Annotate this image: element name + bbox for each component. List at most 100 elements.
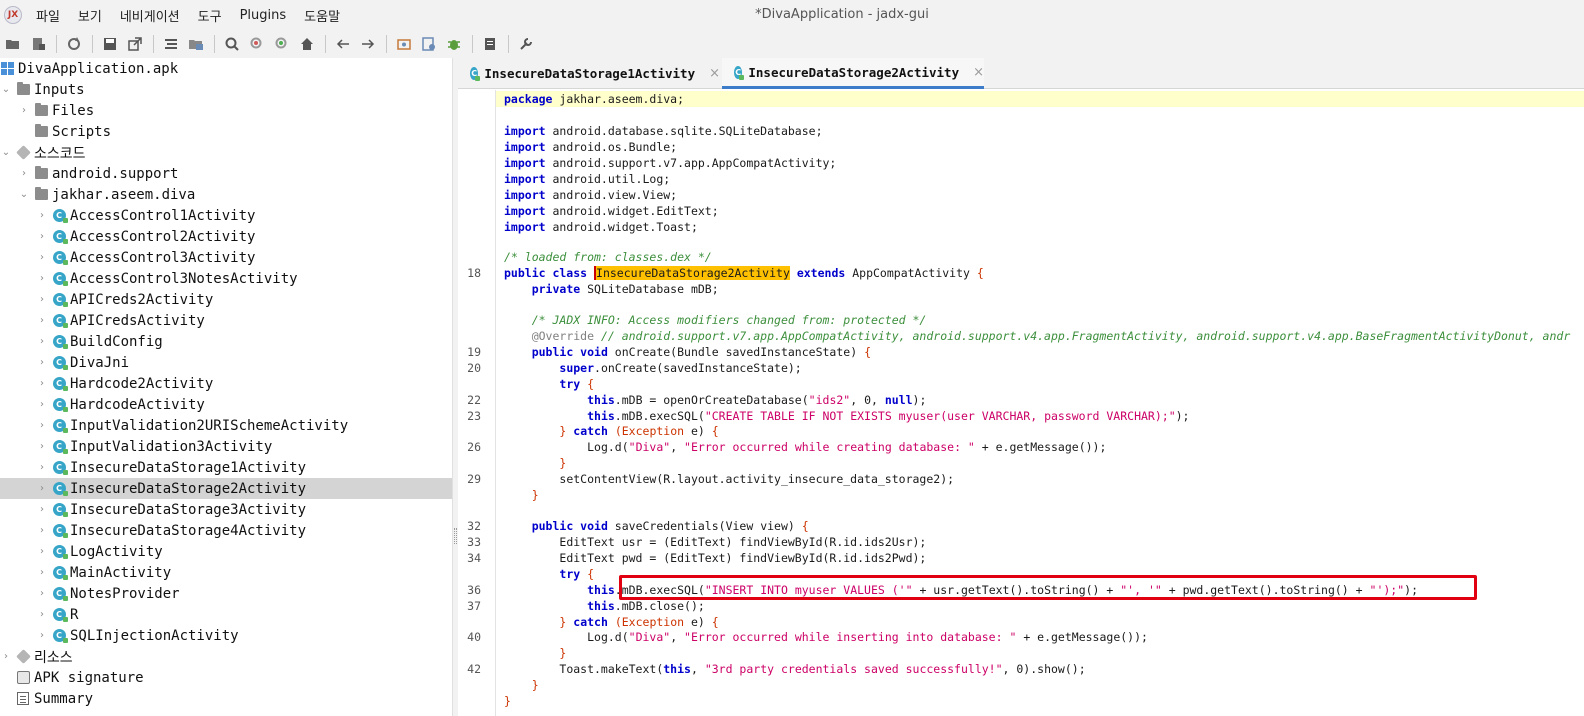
chevron-right-icon[interactable]: › bbox=[36, 294, 48, 305]
chevron-right-icon[interactable]: › bbox=[18, 168, 30, 179]
quark-icon[interactable] bbox=[393, 33, 415, 55]
chevron-right-icon[interactable]: › bbox=[36, 231, 48, 242]
tree-node-scripts[interactable]: Scripts bbox=[0, 121, 452, 142]
tree-node-class[interactable]: › C SQLInjectionActivity bbox=[0, 625, 452, 646]
tree-node-apk-signature[interactable]: APK signature bbox=[0, 667, 452, 688]
sync-tree-icon[interactable] bbox=[160, 33, 182, 55]
tree-node-class[interactable]: › C NotesProvider bbox=[0, 583, 452, 604]
sql-injection-highlight-box bbox=[619, 575, 1477, 600]
menu-help[interactable]: 도움말 bbox=[302, 4, 342, 27]
menu-tools[interactable]: 도구 bbox=[196, 4, 224, 27]
tree-node-class[interactable]: › C R bbox=[0, 604, 452, 625]
tree-node-class[interactable]: › C InsecureDataStorage1Activity bbox=[0, 457, 452, 478]
tab-label: InsecureDataStorage1Activity bbox=[484, 66, 696, 81]
chevron-down-icon[interactable]: ⌄ bbox=[18, 189, 30, 200]
code-editor[interactable]: 18 19 20 22 23 26 29 32 33 34 36 37 40 4… bbox=[458, 90, 1584, 716]
preferences-icon[interactable] bbox=[515, 33, 537, 55]
tree-node-class[interactable]: › C InputValidation2URISchemeActivity bbox=[0, 415, 452, 436]
find-usage-icon[interactable] bbox=[246, 33, 268, 55]
tree-node-files[interactable]: › Files bbox=[0, 100, 452, 121]
chevron-right-icon[interactable]: › bbox=[36, 378, 48, 389]
chevron-right-icon[interactable]: › bbox=[36, 567, 48, 578]
chevron-right-icon[interactable]: › bbox=[36, 525, 48, 536]
tree-node-source-code[interactable]: ⌄ 소스코드 bbox=[0, 142, 452, 163]
tree-node-package-diva[interactable]: ⌄ jakhar.aseem.diva bbox=[0, 184, 452, 205]
selected-class-name[interactable]: InsecureDataStorage2Activity bbox=[594, 266, 790, 280]
tab-insecure-data-storage-1[interactable]: C InsecureDataStorage1Activity × bbox=[458, 58, 720, 89]
chevron-right-icon[interactable]: › bbox=[0, 651, 12, 662]
add-files-icon[interactable] bbox=[27, 33, 49, 55]
chevron-right-icon[interactable]: › bbox=[36, 441, 48, 452]
open-file-icon[interactable] bbox=[2, 33, 24, 55]
chevron-right-icon[interactable]: › bbox=[36, 252, 48, 263]
tree-node-class[interactable]: › C InsecureDataStorage2Activity bbox=[0, 478, 452, 499]
chevron-right-icon[interactable]: › bbox=[36, 630, 48, 641]
chevron-right-icon[interactable]: › bbox=[36, 336, 48, 347]
tree-node-class[interactable]: › C InsecureDataStorage3Activity bbox=[0, 499, 452, 520]
chevron-right-icon[interactable]: › bbox=[36, 588, 48, 599]
code-line-usr: EditText usr = (EditText) findViewById(R… bbox=[559, 535, 927, 549]
menu-plugins[interactable]: Plugins bbox=[238, 6, 289, 25]
tree-node-inputs[interactable]: ⌄ Inputs bbox=[0, 79, 452, 100]
chevron-right-icon[interactable]: › bbox=[18, 105, 30, 116]
tree-node-class[interactable]: › C InputValidation3Activity bbox=[0, 436, 452, 457]
sync-icon[interactable] bbox=[63, 33, 85, 55]
code-text-area[interactable]: package jakhar.aseem.diva; import androi… bbox=[496, 90, 1584, 716]
chevron-right-icon[interactable]: › bbox=[36, 609, 48, 620]
tree-node-apk[interactable]: DivaApplication.apk bbox=[0, 58, 452, 79]
home-icon[interactable] bbox=[296, 33, 318, 55]
chevron-right-icon[interactable]: › bbox=[36, 273, 48, 284]
tree-node-label: InsecureDataStorage3Activity bbox=[70, 501, 307, 518]
tab-insecure-data-storage-2[interactable]: C InsecureDataStorage2Activity × bbox=[722, 58, 984, 89]
save-icon[interactable] bbox=[99, 33, 121, 55]
close-icon[interactable]: × bbox=[973, 65, 984, 80]
forward-icon[interactable] bbox=[357, 33, 379, 55]
menu-file[interactable]: 파일 bbox=[34, 4, 62, 27]
code-line-import: import android.util.Log; bbox=[504, 172, 671, 186]
log-viewer-icon[interactable] bbox=[479, 33, 501, 55]
tree-node-class[interactable]: › C AccessControl3NotesActivity bbox=[0, 268, 452, 289]
tree-node-class[interactable]: › C DivaJni bbox=[0, 352, 452, 373]
tree-node-class[interactable]: › C APICredsActivity bbox=[0, 310, 452, 331]
chevron-right-icon[interactable]: › bbox=[36, 315, 48, 326]
drag-handle[interactable] bbox=[454, 528, 457, 544]
tree-node-class[interactable]: › C AccessControl3Activity bbox=[0, 247, 452, 268]
chevron-right-icon[interactable]: › bbox=[36, 399, 48, 410]
chevron-right-icon[interactable]: › bbox=[36, 420, 48, 431]
editor-tab-bar: C InsecureDataStorage1Activity × C Insec… bbox=[458, 58, 1584, 89]
debugger-icon[interactable] bbox=[443, 33, 465, 55]
chevron-right-icon[interactable]: › bbox=[36, 357, 48, 368]
export-icon[interactable] bbox=[124, 33, 146, 55]
search-icon[interactable] bbox=[221, 33, 243, 55]
tree-node-class[interactable]: › C APICreds2Activity bbox=[0, 289, 452, 310]
menu-view[interactable]: 보기 bbox=[76, 4, 104, 27]
tree-node-label: 소스코드 bbox=[34, 145, 86, 162]
tree-node-class[interactable]: › C AccessControl2Activity bbox=[0, 226, 452, 247]
tree-node-resources[interactable]: › 리소스 bbox=[0, 646, 452, 667]
tree-node-class[interactable]: › C AccessControl1Activity bbox=[0, 205, 452, 226]
find-class-icon[interactable] bbox=[271, 33, 293, 55]
chevron-right-icon[interactable]: › bbox=[36, 483, 48, 494]
tree-node-class[interactable]: › C BuildConfig bbox=[0, 331, 452, 352]
tree-node-summary[interactable]: Summary bbox=[0, 688, 452, 709]
back-icon[interactable] bbox=[332, 33, 354, 55]
chevron-right-icon[interactable]: › bbox=[36, 546, 48, 557]
deobfuscation-icon[interactable] bbox=[418, 33, 440, 55]
tree-node-label: SQLInjectionActivity bbox=[70, 627, 239, 644]
flatten-packages-icon[interactable] bbox=[185, 33, 207, 55]
class-icon: C bbox=[52, 440, 68, 454]
tree-node-class[interactable]: › C MainActivity bbox=[0, 562, 452, 583]
chevron-down-icon[interactable]: ⌄ bbox=[0, 147, 12, 158]
chevron-right-icon[interactable]: › bbox=[36, 462, 48, 473]
tree-node-class[interactable]: › C LogActivity bbox=[0, 541, 452, 562]
menu-navigation[interactable]: 네비게이션 bbox=[118, 4, 182, 27]
tree-node-class[interactable]: › C HardcodeActivity bbox=[0, 394, 452, 415]
chevron-right-icon[interactable]: › bbox=[36, 210, 48, 221]
close-icon[interactable]: × bbox=[709, 66, 720, 81]
class-icon: C bbox=[52, 356, 68, 370]
tree-node-class[interactable]: › C InsecureDataStorage4Activity bbox=[0, 520, 452, 541]
chevron-right-icon[interactable]: › bbox=[36, 504, 48, 515]
chevron-down-icon[interactable]: ⌄ bbox=[0, 84, 12, 95]
tree-node-android-support[interactable]: › android.support bbox=[0, 163, 452, 184]
tree-node-class[interactable]: › C Hardcode2Activity bbox=[0, 373, 452, 394]
